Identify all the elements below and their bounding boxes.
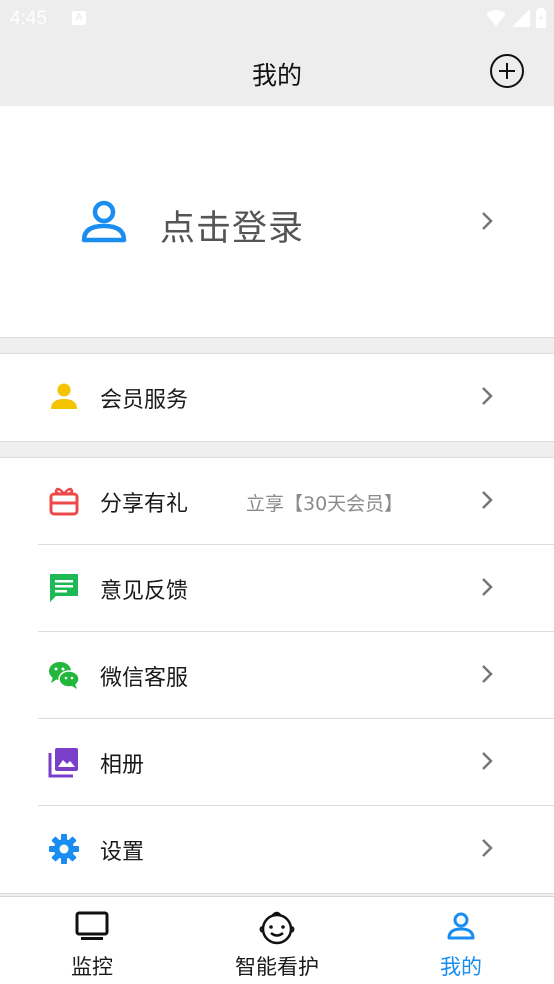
chevron-right-icon — [482, 752, 493, 770]
menu-item-label: 设置 — [100, 840, 145, 865]
status-bar: 4:45 A — [0, 0, 554, 38]
gift-icon — [49, 487, 79, 516]
user-icon — [81, 200, 127, 243]
notification-icon: A — [72, 11, 86, 25]
nav-tab-mine[interactable]: 我的 — [369, 897, 553, 984]
menu-item-wechat[interactable]: 微信客服 — [0, 632, 554, 719]
menu-item-settings[interactable]: 设置 — [0, 806, 554, 893]
wechat-icon — [49, 662, 80, 689]
page-title: 我的 — [251, 61, 302, 90]
nav-label: 我的 — [440, 955, 482, 979]
menu-item-album[interactable]: 相册 — [0, 719, 554, 806]
chevron-right-icon — [482, 839, 493, 857]
plus-circle-icon[interactable] — [490, 54, 524, 88]
feedback-icon — [50, 574, 78, 602]
menu-section: 分享有礼 立享【30天会员】 意见反馈 微信客服 相册 设置 — [0, 457, 554, 894]
nav-tab-smart-care[interactable]: 智能看护 — [185, 897, 369, 984]
status-time: 4:45 — [10, 8, 47, 29]
login-label: 点击登录 — [160, 209, 305, 249]
menu-item-label: 会员服务 — [100, 388, 189, 413]
battery-icon — [536, 8, 546, 28]
member-icon — [51, 383, 77, 409]
monitor-icon — [75, 911, 109, 940]
chevron-right-icon — [482, 387, 493, 405]
signal-icon — [512, 9, 530, 27]
chevron-right-icon — [482, 212, 493, 230]
nav-label: 智能看护 — [235, 955, 319, 979]
menu-item-share[interactable]: 分享有礼 立享【30天会员】 — [0, 458, 554, 545]
nav-tab-monitor[interactable]: 监控 — [0, 897, 184, 984]
share-promo-text: 立享【30天会员】 — [246, 493, 404, 515]
baby-face-icon — [259, 911, 295, 945]
nav-label: 监控 — [71, 955, 113, 979]
gear-icon — [49, 834, 79, 864]
login-card[interactable]: 点击登录 — [0, 106, 554, 338]
wifi-icon — [486, 10, 506, 26]
album-icon — [48, 748, 78, 778]
chevron-right-icon — [482, 491, 493, 509]
chevron-right-icon — [482, 665, 493, 683]
menu-item-membership[interactable]: 会员服务 — [0, 354, 554, 441]
bottom-nav: 监控 智能看护 我的 — [0, 896, 554, 984]
menu-item-label: 微信客服 — [100, 666, 189, 691]
menu-item-label: 分享有礼 — [100, 492, 189, 517]
menu-item-label: 相册 — [100, 753, 145, 778]
menu-item-label: 意见反馈 — [100, 579, 189, 604]
user-icon — [447, 912, 475, 940]
menu-item-feedback[interactable]: 意见反馈 — [0, 545, 554, 632]
chevron-right-icon — [482, 578, 493, 596]
membership-section: 会员服务 — [0, 353, 554, 442]
status-indicators — [486, 8, 546, 28]
app-header: 我的 — [0, 38, 554, 106]
